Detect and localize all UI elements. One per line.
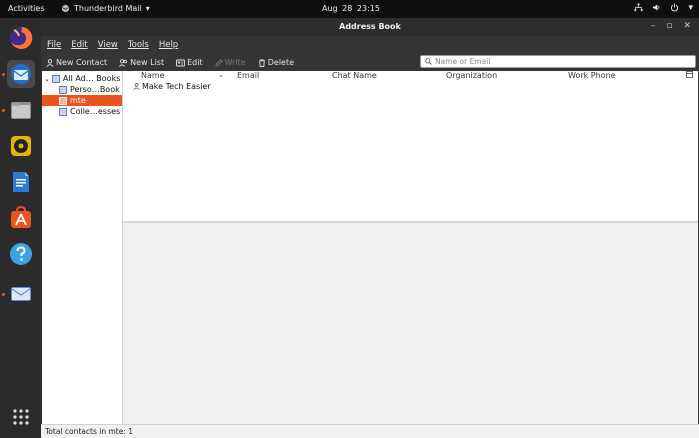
running-indicator <box>2 293 5 296</box>
column-header-chat-name[interactable]: Chat Name <box>332 71 377 80</box>
running-indicator <box>2 73 5 76</box>
top-bar: Activities Thunderbird Mail ▾ Aug 28 23:… <box>0 0 699 18</box>
edit-button[interactable]: Edit <box>176 58 203 67</box>
new-list-button[interactable]: New List <box>119 58 164 67</box>
power-icon <box>671 3 679 12</box>
address-book-icon <box>59 85 67 94</box>
window-title: Address Book <box>339 22 401 31</box>
people-icon <box>119 58 128 67</box>
tree-item-label: Perso…Book <box>70 85 120 94</box>
minimize-icon[interactable]: – <box>651 21 656 31</box>
column-header-organization[interactable]: Organization <box>446 71 497 80</box>
address-book-window: Address Book – ▫ ✕ File Edit View Tools … <box>41 18 699 438</box>
contact-name: Make Tech Easier <box>142 82 211 91</box>
pencil-icon <box>214 58 223 67</box>
column-header-name[interactable]: Name <box>141 71 165 80</box>
title-bar[interactable]: Address Book – ▫ ✕ <box>41 18 699 36</box>
tree-item-personal-address-book[interactable]: Perso…Book <box>42 84 122 95</box>
search-input[interactable] <box>435 57 685 66</box>
address-book-icon <box>59 96 67 105</box>
menu-file-label: File <box>47 40 62 50</box>
status-text: Total contacts in mte: 1 <box>45 427 134 436</box>
search-box[interactable] <box>420 55 696 68</box>
write-button[interactable]: Write <box>214 58 246 67</box>
app-name: Thunderbird Mail <box>74 4 142 13</box>
menu-view-label: View <box>97 40 118 50</box>
address-book-icon <box>51 74 60 83</box>
menu-edit-label: Edit <box>71 40 88 50</box>
firefox-icon[interactable] <box>7 24 35 52</box>
libreoffice-writer-icon[interactable] <box>7 168 35 196</box>
clock-time: 23:15 <box>356 4 380 13</box>
status-bar: Total contacts in mte: 1 <box>41 424 699 438</box>
close-icon[interactable]: ✕ <box>683 21 691 31</box>
running-indicator <box>2 109 5 112</box>
thunderbird-small-icon <box>61 4 70 13</box>
activities-button[interactable]: Activities <box>8 4 45 13</box>
menu-file[interactable]: File <box>47 40 61 50</box>
tree-item-collected-addresses[interactable]: Colle…esses <box>42 106 122 117</box>
thunderbird-icon[interactable] <box>7 60 35 88</box>
new-list-label: New List <box>130 58 165 67</box>
edit-label: Edit <box>187 58 203 67</box>
tree-item-label: Colle…esses <box>70 107 121 116</box>
search-icon <box>425 58 432 65</box>
caret-down-icon: ▾ <box>688 3 693 13</box>
delete-label: Delete <box>267 58 295 67</box>
menu-tools-label: Tools <box>127 40 149 50</box>
tree-item-label: All Ad… Books <box>62 74 121 83</box>
tree-item-mte[interactable]: mte <box>42 95 122 106</box>
mail-icon[interactable] <box>7 280 35 308</box>
show-applications-icon[interactable] <box>7 403 35 431</box>
column-header-email[interactable]: Email <box>237 71 259 80</box>
edit-card-icon <box>176 59 186 66</box>
delete-button[interactable]: Delete <box>258 58 294 67</box>
table-row[interactable]: Make Tech Easier <box>123 82 698 93</box>
software-center-icon[interactable] <box>7 204 35 232</box>
app-menu[interactable]: Thunderbird Mail ▾ <box>61 4 150 13</box>
caret-down-icon: ▾ <box>145 4 150 13</box>
network-icon <box>634 3 644 12</box>
contacts-list: Name ⌄ Email Chat Name Organization Work… <box>123 71 698 221</box>
clock-date: Aug 28 <box>322 4 353 13</box>
column-picker-icon[interactable] <box>686 71 693 80</box>
menu-view[interactable]: View <box>98 40 118 50</box>
person-icon <box>46 58 54 67</box>
address-books-tree: ⌄ All Ad… Books Perso…Book mte Colle…ess… <box>42 71 122 424</box>
write-label: Write <box>224 58 246 67</box>
new-contact-label: New Contact <box>56 58 108 67</box>
column-headers: Name ⌄ Email Chat Name Organization Work… <box>123 71 698 81</box>
address-book-icon <box>59 107 67 116</box>
menu-help-label: Help <box>158 40 179 50</box>
column-header-work-phone[interactable]: Work Phone <box>568 71 616 80</box>
rhythmbox-icon[interactable] <box>7 132 35 160</box>
menu-tools[interactable]: Tools <box>128 40 149 50</box>
menu-edit[interactable]: Edit <box>71 40 87 50</box>
help-icon[interactable] <box>7 240 35 268</box>
window-controls: – ▫ ✕ <box>651 21 691 31</box>
volume-icon <box>653 4 660 11</box>
contact-detail-pane <box>123 223 698 424</box>
clock[interactable]: Aug 28 23:15 <box>322 4 380 13</box>
maximize-icon[interactable]: ▫ <box>666 21 672 31</box>
contact-icon <box>133 83 140 92</box>
trash-icon <box>258 58 265 67</box>
new-contact-button[interactable]: New Contact <box>46 58 107 67</box>
menu-help[interactable]: Help <box>159 40 178 50</box>
menu-bar: File Edit View Tools Help <box>41 36 699 54</box>
sort-chevron-icon[interactable]: ⌄ <box>218 71 224 79</box>
dock <box>0 18 41 438</box>
chevron-down-icon: ⌄ <box>44 74 50 83</box>
files-icon[interactable] <box>7 96 35 124</box>
system-tray[interactable]: ▾ <box>634 3 693 13</box>
tree-item-all-address-books[interactable]: ⌄ All Ad… Books <box>42 73 122 84</box>
tree-item-label: mte <box>70 96 86 105</box>
